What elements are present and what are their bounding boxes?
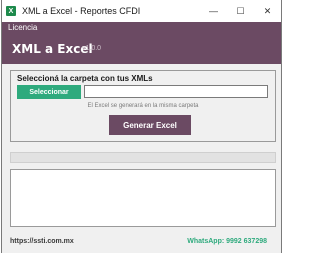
version-label: v1.0.0 bbox=[82, 45, 102, 52]
app-title: XML a Excel bbox=[12, 42, 93, 56]
folder-panel: Seleccioná la carpeta con tus XMLs Selec… bbox=[10, 70, 276, 142]
output-note: El Excel se generará en la misma carpeta bbox=[87, 103, 199, 109]
folder-label: Seleccioná la carpeta con tus XMLs bbox=[17, 74, 153, 83]
website-link[interactable]: https://ssti.com.mx bbox=[10, 238, 74, 245]
log-area[interactable] bbox=[10, 169, 276, 227]
select-folder-button[interactable]: Seleccionar bbox=[17, 85, 81, 99]
excel-icon: X bbox=[6, 6, 16, 16]
progress-bar bbox=[10, 152, 276, 163]
whatsapp-contact[interactable]: WhatsApp: 9992 637298 bbox=[187, 238, 267, 245]
footer: https://ssti.com.mx WhatsApp: 9992 63729… bbox=[2, 236, 281, 248]
maximize-button[interactable]: ☐ bbox=[227, 0, 254, 22]
minimize-button[interactable]: — bbox=[200, 0, 227, 22]
menu-item-licencia[interactable]: Licencia bbox=[8, 23, 37, 32]
menu-bar: Licencia bbox=[2, 22, 281, 34]
close-button[interactable]: ✕ bbox=[254, 0, 281, 22]
window-controls: — ☐ ✕ bbox=[200, 0, 281, 22]
title-bar[interactable]: X XML a Excel - Reportes CFDI — ☐ ✕ bbox=[2, 0, 281, 22]
app-window: X XML a Excel - Reportes CFDI — ☐ ✕ Lice… bbox=[1, 0, 282, 253]
app-header: XML a Excel v1.0.0 bbox=[2, 34, 281, 64]
folder-path-input[interactable] bbox=[84, 85, 268, 98]
generate-excel-button[interactable]: Generar Excel bbox=[109, 115, 191, 135]
window-title: XML a Excel - Reportes CFDI bbox=[22, 6, 141, 16]
